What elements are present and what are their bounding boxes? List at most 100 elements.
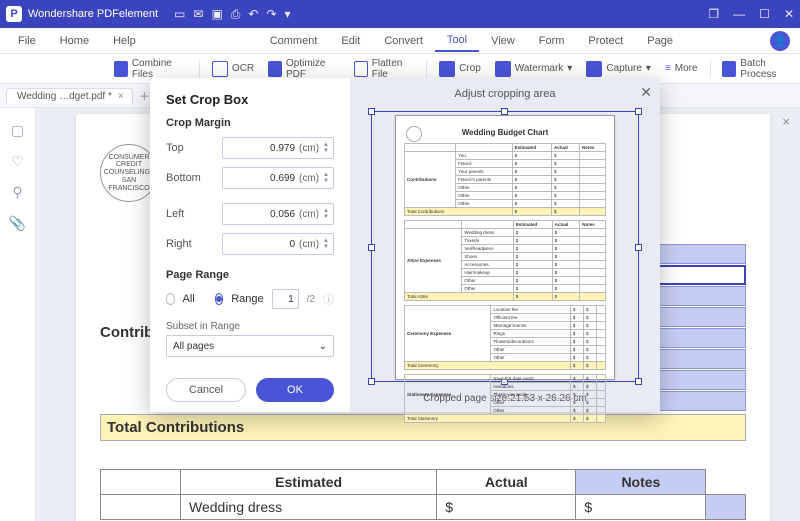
crop-margin-heading: Crop Margin	[166, 117, 334, 129]
crop-handle[interactable]	[635, 244, 642, 251]
quick-access-toolbar: ▭ ✉ ▣ ⎙ ↶ ↷ ▾	[174, 7, 291, 22]
spinner-icon[interactable]: ▲▼	[323, 208, 329, 220]
qat-undo-icon[interactable]: ↶	[248, 7, 258, 22]
menu-tool[interactable]: Tool	[435, 30, 479, 52]
preview-page: Wedding Budget Chart EstimatedActualNote…	[395, 115, 615, 380]
preview-heading: Adjust cropping area	[364, 88, 646, 100]
crop-icon	[439, 61, 455, 77]
menu-protect[interactable]: Protect	[576, 31, 635, 51]
tab-close-icon[interactable]: ×	[118, 91, 124, 102]
menu-edit[interactable]: Edit	[329, 31, 372, 51]
crop-dialog: Set Crop Box Crop Margin Top 0.979(cm) ▲…	[150, 78, 660, 412]
preview-crop-area[interactable]: Wedding Budget Chart EstimatedActualNote…	[364, 106, 646, 389]
margin-right-label: Right	[166, 238, 222, 250]
range-total-label: /2	[307, 294, 315, 305]
menu-convert[interactable]: Convert	[372, 31, 435, 51]
qat-print-icon[interactable]: ⎙	[231, 7, 241, 22]
user-avatar-icon[interactable]: 👤	[770, 31, 790, 51]
tool-crop[interactable]: Crop	[435, 58, 485, 80]
close-window-icon[interactable]: ✕	[784, 7, 794, 21]
flatten-icon	[354, 61, 368, 77]
tool-batch-process[interactable]: Batch Process	[718, 55, 800, 83]
qat-open-icon[interactable]: ▭	[174, 7, 185, 22]
dialog-title: Set Crop Box	[166, 92, 334, 107]
menu-bar: File Home Help Comment Edit Convert Tool…	[0, 28, 800, 54]
tool-more[interactable]: ≡More	[661, 60, 702, 77]
crop-handle[interactable]	[368, 378, 375, 385]
app-name: Wondershare PDFelement	[28, 8, 158, 20]
margin-right-input[interactable]: 0(cm) ▲▼	[222, 233, 334, 255]
tool-capture[interactable]: Capture▾	[582, 58, 655, 80]
margin-top-input[interactable]: 0.979(cm) ▲▼	[222, 137, 334, 159]
restore-down-icon[interactable]: ❐	[708, 7, 719, 21]
qat-redo-icon[interactable]: ↷	[266, 7, 276, 22]
spinner-icon[interactable]: ▲▼	[323, 172, 329, 184]
tool-watermark[interactable]: Watermark▾	[491, 58, 577, 80]
range-all-radio[interactable]	[166, 293, 175, 305]
range-value-input[interactable]: 1	[272, 289, 299, 309]
thumbnails-icon[interactable]: ▢	[11, 122, 24, 139]
dialog-close-icon[interactable]: ✕	[640, 84, 652, 101]
menu-comment[interactable]: Comment	[258, 31, 330, 51]
subset-label: Subset in Range	[166, 321, 334, 332]
optimize-icon	[268, 61, 282, 77]
crop-handle[interactable]	[635, 108, 642, 115]
preview-ceremony-table: Ceremony ExpensesLocation fee$$ Offician…	[404, 305, 606, 370]
margin-top-label: Top	[166, 142, 222, 154]
spinner-icon[interactable]: ▲▼	[323, 142, 329, 154]
preview-contrib-table: EstimatedActualNotes ContributionsYou$$ …	[404, 143, 606, 216]
margin-right-row: Right 0(cm) ▲▼	[166, 233, 334, 255]
menu-file[interactable]: File	[6, 31, 48, 51]
batch-icon	[722, 61, 736, 77]
dialog-buttons: Cancel OK	[166, 378, 334, 402]
title-bar: P Wondershare PDFelement ▭ ✉ ▣ ⎙ ↶ ↷ ▾ ❐…	[0, 0, 800, 28]
search-icon[interactable]: ⚲	[12, 184, 22, 201]
bookmarks-icon[interactable]: ♡	[11, 153, 24, 170]
preview-doc-title: Wedding Budget Chart	[404, 128, 606, 137]
ok-button[interactable]: OK	[256, 378, 334, 402]
minimize-icon[interactable]: ―	[733, 7, 745, 21]
qat-save-icon[interactable]: ✉	[193, 7, 203, 22]
crop-handle[interactable]	[368, 244, 375, 251]
menu-view[interactable]: View	[479, 31, 527, 51]
crop-handle[interactable]	[368, 108, 375, 115]
cancel-button[interactable]: Cancel	[166, 378, 246, 402]
combine-icon	[114, 61, 128, 77]
add-tab-icon[interactable]: ＋	[139, 88, 150, 104]
preview-stationery-table: Stationery ExpensesSave-the-date cards$$…	[404, 374, 606, 423]
table-row: Wedding dress$$	[101, 495, 746, 520]
menu-home[interactable]: Home	[48, 31, 101, 51]
preview-attire-table: EstimatedActualNotes Attire ExpensesWedd…	[404, 220, 606, 301]
info-icon[interactable]: ⓘ	[323, 291, 334, 307]
tool-ocr[interactable]: OCR	[208, 58, 258, 80]
app-logo-icon: P	[6, 6, 22, 22]
margin-left-label: Left	[166, 208, 222, 220]
window-controls: ❐ ― ☐ ✕	[708, 7, 794, 21]
page-attire-table: EstimatedActualNotes Wedding dress$$	[100, 469, 746, 520]
qat-more-icon[interactable]: ▾	[285, 7, 291, 22]
page-range-controls: All Range 1 /2 ⓘ	[166, 289, 334, 309]
capture-icon	[586, 61, 602, 77]
margin-left-input[interactable]: 0.056(cm) ▲▼	[222, 203, 334, 225]
margin-bottom-label: Bottom	[166, 172, 222, 184]
range-range-label: Range	[231, 293, 263, 305]
attachments-icon[interactable]: 📎	[9, 215, 26, 232]
margin-bottom-input[interactable]: 0.699(cm) ▲▼	[222, 167, 334, 189]
left-sidebar: ▢ ♡ ⚲ 📎	[0, 108, 36, 521]
menu-page[interactable]: Page	[635, 31, 685, 51]
qat-mail-icon[interactable]: ▣	[211, 7, 222, 22]
page-range-heading: Page Range	[166, 269, 334, 281]
subset-dropdown[interactable]: All pages⌄	[166, 335, 334, 357]
margin-left-row: Left 0.056(cm) ▲▼	[166, 203, 334, 225]
range-all-label: All	[183, 293, 195, 305]
maximize-icon[interactable]: ☐	[759, 7, 770, 21]
chevron-down-icon: ⌄	[319, 341, 327, 352]
viewport-close-icon[interactable]: ×	[782, 114, 790, 129]
menu-form[interactable]: Form	[527, 31, 577, 51]
spinner-icon[interactable]: ▲▼	[323, 238, 329, 250]
crop-handle[interactable]	[635, 378, 642, 385]
crop-handle[interactable]	[501, 108, 508, 115]
menu-help[interactable]: Help	[101, 31, 148, 51]
range-range-radio[interactable]	[215, 293, 224, 305]
document-tab[interactable]: Wedding …dget.pdf * ×	[6, 88, 133, 104]
